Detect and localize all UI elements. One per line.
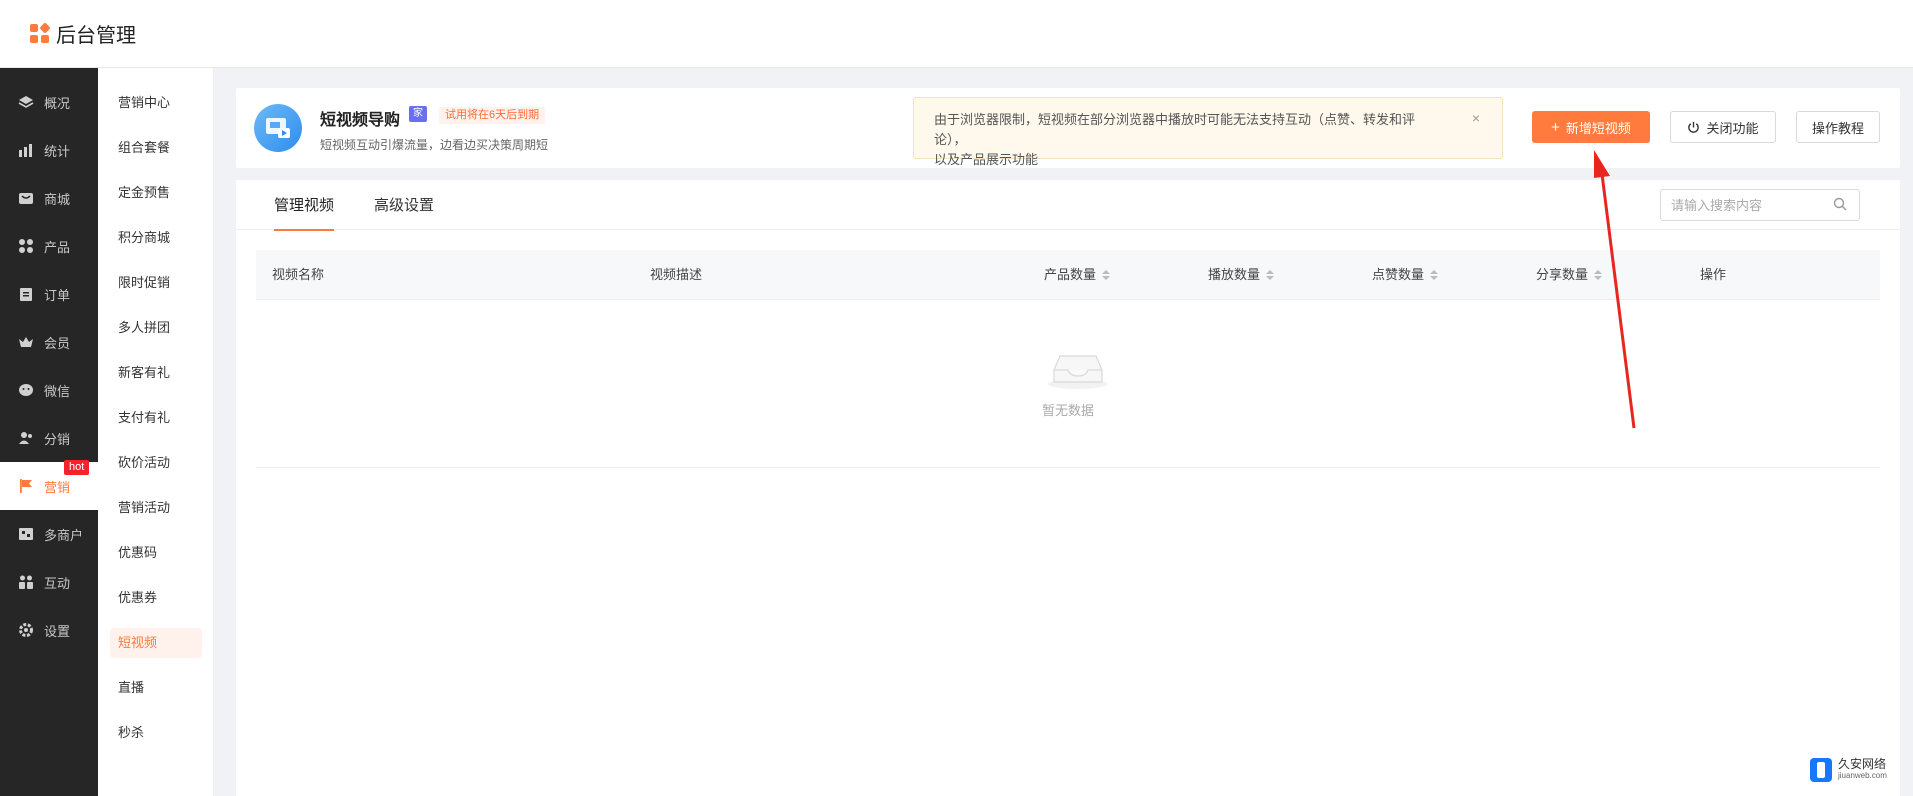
browser-notice: 由于浏览器限制，短视频在部分浏览器中播放时可能无法支持互动（点赞、转发和评论），… [913,97,1503,167]
subnav-item-marketing-center[interactable]: 营销中心 [110,88,202,118]
flag-icon [18,478,34,494]
clipboard-icon [18,286,34,302]
subnav-item-seckill[interactable]: 秒杀 [110,718,202,748]
sidebar-item-label: 产品 [44,239,71,255]
tutorial-button[interactable]: 操作教程 [1796,111,1880,143]
column-product-count[interactable]: 产品数量 [1044,250,1111,300]
column-like-count[interactable]: 点赞数量 [1372,250,1439,300]
subnav-item-points-mall[interactable]: 积分商城 [110,223,202,253]
subnav-item-coupon-code[interactable]: 优惠码 [110,538,202,568]
sidebar-item-products[interactable]: 产品 [0,222,98,270]
power-icon [1687,121,1700,134]
hot-badge: hot [64,460,90,475]
sidebar-item-label: 设置 [44,623,71,639]
empty-state-text: 暂无数据 [1041,403,1094,418]
table-body-empty: 暂无数据 [256,300,1880,468]
add-short-video-button[interactable]: + 新增短视频 [1532,111,1650,143]
search-icon[interactable] [1833,197,1849,213]
column-actions: 操作 [1700,267,1727,282]
users-icon [18,430,34,446]
column-share-count[interactable]: 分享数量 [1536,250,1603,300]
subnav-item-live[interactable]: 直播 [110,673,202,703]
notice-text-line1: 由于浏览器限制，短视频在部分浏览器中播放时可能无法支持互动（点赞、转发和评论）， [934,112,1416,147]
sidebar-item-label: 微信 [44,383,71,399]
feature-subtitle: 短视频互动引爆流量，边看边买决策周期短 [320,138,549,152]
column-play-count[interactable]: 播放数量 [1208,250,1275,300]
gear-icon [18,622,34,638]
table-header: 视频名称 视频描述 产品数量 播放数量 点赞数量 分享数量 操作 [256,250,1880,300]
sidebar-item-label: 会员 [44,335,71,351]
sidebar-item-label: 统计 [44,143,71,159]
add-short-video-label: 新增短视频 [1565,120,1631,136]
sidebar-item-label: 分销 [44,431,71,447]
sort-icon[interactable] [1430,270,1439,280]
subnav-item-coupon[interactable]: 优惠券 [110,583,202,613]
grid-icon [18,238,34,254]
subnav-item-new-customer-gift[interactable]: 新客有礼 [110,358,202,388]
close-feature-label: 关闭功能 [1706,120,1759,136]
close-icon[interactable]: × [1472,108,1480,128]
wechat-icon [18,382,34,398]
sidebar-item-overview[interactable]: 概况 [0,78,98,126]
subnav-item-payment-gift[interactable]: 支付有礼 [110,403,202,433]
crown-icon [18,334,34,350]
top-bar: 后台管理 [0,0,1913,68]
sort-icon[interactable] [1266,270,1275,280]
plus-icon: + [1551,118,1560,136]
sidebar-item-mall[interactable]: 商城 [0,174,98,222]
video-app-icon [254,104,302,152]
subnav-item-combo-package[interactable]: 组合套餐 [110,133,202,163]
chart-icon [18,142,34,158]
tutorial-label: 操作教程 [1811,120,1864,136]
subnav-item-marketing-activity[interactable]: 营销活动 [110,493,202,523]
subnav-item-short-video[interactable]: 短视频 [110,628,202,658]
video-management-card: 管理视频 高级设置 视频名称 视频描述 产品数量 播放数量 点赞数量 分享数量 … [236,180,1900,796]
search-input[interactable] [1660,189,1860,221]
layers-icon [18,94,34,110]
sidebar-item-orders[interactable]: 订单 [0,270,98,318]
tab-advanced-settings[interactable]: 高级设置 [374,194,434,230]
sidebar-item-label: 概况 [44,95,71,111]
watermark-domain: jiuanweb.com [1838,771,1887,780]
watermark-icon [1810,758,1832,782]
sidebar-item-statistics[interactable]: 统计 [0,126,98,174]
store-icon [18,526,34,542]
sidebar-item-label: 商城 [44,191,71,207]
subnav-item-flash-promotion[interactable]: 限时促销 [110,268,202,298]
sidebar-item-label: 营销 [44,479,71,495]
app-brand-title: 后台管理 [56,25,136,47]
sidebar-item-label: 订单 [44,287,71,303]
sidebar-item-label: 互动 [44,575,71,591]
trial-badge: 试用将在6天后到期 [439,107,546,124]
sidebar-item-multi-merchant[interactable]: 多商户 [0,510,98,558]
notice-text-line2: 以及产品展示功能 [934,152,1039,167]
watermark-logo: 久安网络 jiuanweb.com [1810,757,1905,783]
tab-manage-videos[interactable]: 管理视频 [274,194,335,231]
sidebar-item-wechat[interactable]: 微信 [0,366,98,414]
subnav-item-bargain[interactable]: 砍价活动 [110,448,202,478]
secondary-sidebar: 营销中心 组合套餐 定金预售 积分商城 限时促销 多人拼团 新客有礼 支付有礼 … [98,68,214,796]
group-icon [18,574,34,590]
sidebar-item-interaction[interactable]: 互动 [0,558,98,606]
vip-badge: 家 [409,106,427,122]
sidebar-item-label: 多商户 [44,527,84,543]
feature-title: 短视频导购 [320,112,401,129]
empty-inbox-icon [1048,355,1108,389]
column-video-description: 视频描述 [650,267,703,282]
watermark-name: 久安网络 [1838,757,1887,771]
logo-icon [30,21,51,44]
sort-icon[interactable] [1594,270,1603,280]
close-feature-button[interactable]: 关闭功能 [1670,111,1776,143]
primary-sidebar: 概况 统计 商城 产品 订单 会员 微信 分销 营销 多商户 互动 设置 hot [0,68,98,796]
sidebar-item-members[interactable]: 会员 [0,318,98,366]
subnav-item-deposit-presale[interactable]: 定金预售 [110,178,202,208]
shop-icon [18,190,34,206]
sidebar-item-distribution[interactable]: 分销 [0,414,98,462]
feature-header-card: 短视频导购 家 试用将在6天后到期 短视频互动引爆流量，边看边买决策周期短 由于… [236,88,1900,168]
tab-bar: 管理视频 高级设置 [236,180,1900,231]
sidebar-item-settings[interactable]: 设置 [0,606,98,654]
subnav-item-group-buy[interactable]: 多人拼团 [110,313,202,343]
sort-icon[interactable] [1102,270,1111,280]
column-video-name: 视频名称 [272,267,325,282]
